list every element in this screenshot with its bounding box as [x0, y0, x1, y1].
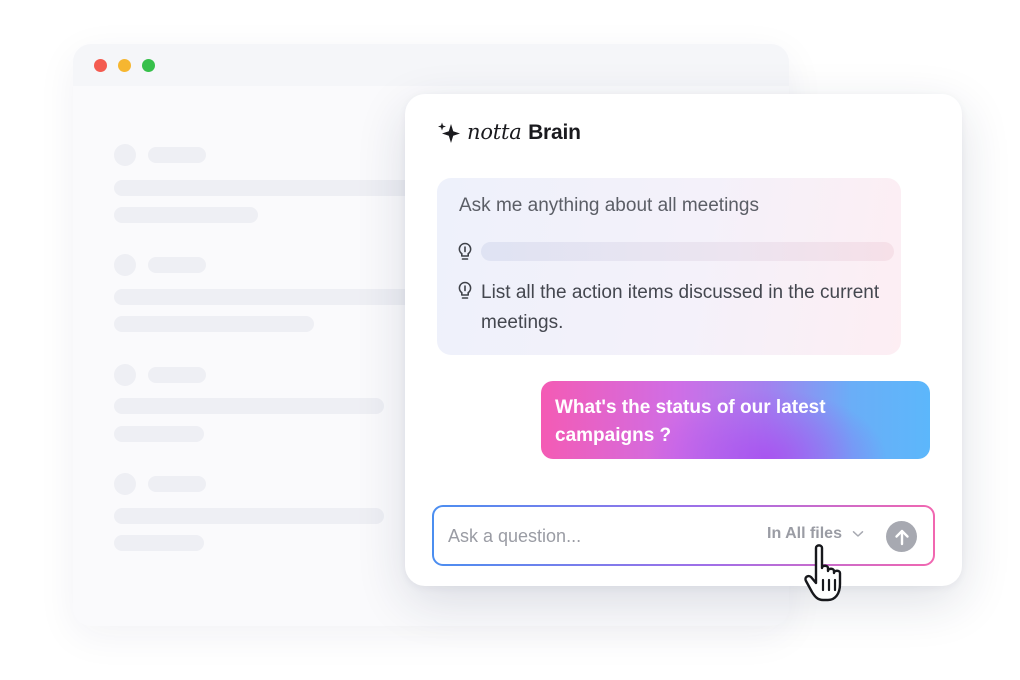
close-window-button[interactable]: [94, 59, 107, 72]
user-message-bubble: What's the status of our latest campaign…: [541, 381, 930, 459]
skeleton-line: [114, 398, 384, 414]
skeleton-line: [114, 426, 204, 442]
suggestion-item-placeholder[interactable]: [481, 242, 894, 261]
brand-name-notta: notta: [467, 120, 522, 144]
skeleton-line: [114, 535, 204, 551]
skeleton-line: [148, 367, 206, 383]
suggestions-card: Ask me anything about all meetings List …: [437, 178, 901, 355]
suggestion-item[interactable]: List all the action items discussed in t…: [481, 278, 881, 338]
question-input[interactable]: [446, 507, 740, 566]
lightbulb-icon: [458, 281, 472, 299]
lightbulb-icon: [458, 242, 472, 260]
skeleton-line: [148, 147, 206, 163]
send-button[interactable]: [886, 521, 917, 552]
brand-name-brain: Brain: [528, 121, 581, 144]
skeleton-avatar: [114, 254, 136, 276]
user-message-text: What's the status of our latest campaign…: [555, 397, 826, 446]
brand-header: notta Brain: [437, 120, 581, 145]
skeleton-avatar: [114, 144, 136, 166]
skeleton-line: [148, 257, 206, 273]
skeleton-line: [148, 476, 206, 492]
sparkle-icon: [438, 122, 460, 143]
brand-name: notta Brain: [467, 120, 581, 145]
chevron-down-icon: [852, 531, 864, 537]
arrow-up-icon: [894, 529, 909, 545]
hand-pointer-cursor-icon: [804, 544, 842, 602]
minimize-window-button[interactable]: [118, 59, 131, 72]
skeleton-line: [114, 180, 414, 196]
ai-chat-panel: notta Brain Ask me anything about all me…: [405, 94, 962, 586]
skeleton-line: [114, 508, 384, 524]
skeleton-avatar: [114, 364, 136, 386]
skeleton-avatar: [114, 473, 136, 495]
skeleton-line: [114, 289, 414, 305]
maximize-window-button[interactable]: [142, 59, 155, 72]
window-titlebar: [73, 44, 789, 86]
skeleton-line: [114, 207, 258, 223]
suggestions-title: Ask me anything about all meetings: [459, 195, 759, 216]
skeleton-line: [114, 316, 314, 332]
